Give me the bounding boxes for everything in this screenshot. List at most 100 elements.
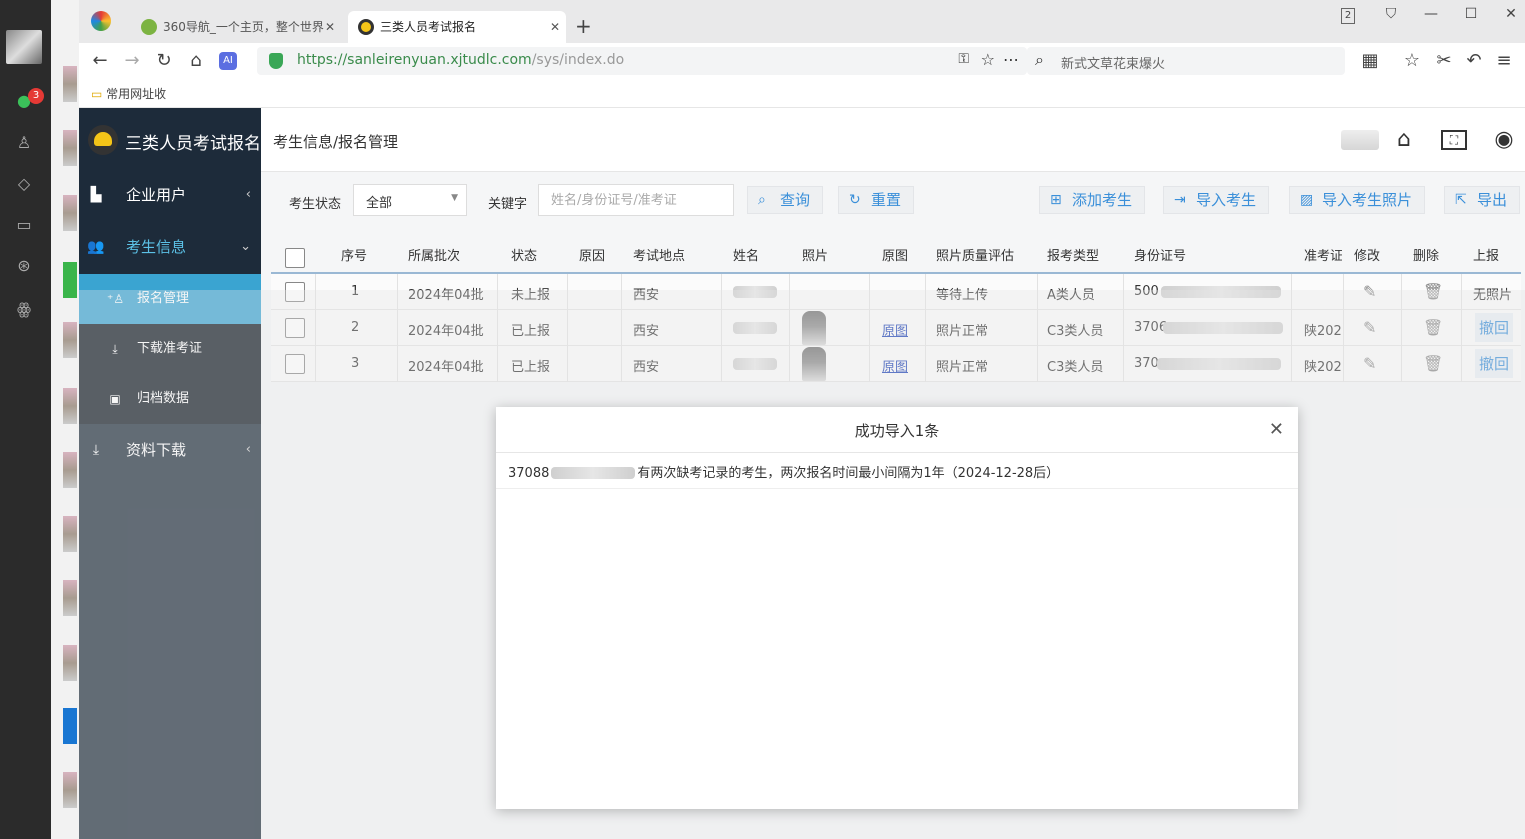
reload-button[interactable]: ↻: [153, 51, 175, 71]
more-icon[interactable]: ⋯: [1003, 50, 1019, 69]
status-select[interactable]: 全部 ▼: [353, 184, 467, 216]
topbar: 考生信息/报名管理 ⌂ ⛶ ◉: [261, 108, 1525, 172]
brand-title: 三类人员考试报名: [125, 134, 261, 154]
image-icon: ▨: [1300, 192, 1314, 208]
tab-exam-registration[interactable]: 三类人员考试报名 ✕: [348, 11, 566, 43]
background-window-strip: [51, 0, 79, 839]
export-icon: ⇱: [1455, 192, 1467, 208]
apps-grid-icon[interactable]: ▦: [1359, 51, 1381, 71]
folder-icon: ▭: [91, 87, 103, 101]
import-photo-button[interactable]: ▨ 导入考生照片: [1289, 186, 1426, 214]
url-text: https://sanleirenyuan.xjtudlc.com/sys/in…: [297, 52, 625, 68]
thumbnail: [63, 645, 77, 681]
close-icon[interactable]: ✕: [1269, 419, 1284, 440]
keyword-label: 关键字: [488, 197, 528, 212]
fullscreen-icon[interactable]: ⛶: [1441, 130, 1467, 150]
browser-window: 360导航_一个主页，整个世界 ✕ 三类人员考试报名 ✕ + 2 ⛉ — ☐ ✕…: [79, 0, 1525, 839]
thumbnail: [63, 516, 77, 552]
home-icon[interactable]: ⌂: [1391, 128, 1417, 152]
dialog-title: 成功导入1条: [854, 422, 940, 440]
tab-favicon-icon: [141, 19, 157, 35]
tab-bar: 360导航_一个主页，整个世界 ✕ 三类人员考试报名 ✕ + 2 ⛉ — ☐ ✕: [79, 0, 1525, 43]
address-bar[interactable]: https://sanleirenyuan.xjtudlc.com/sys/in…: [257, 47, 1027, 75]
thumbnail: [63, 452, 77, 488]
status-label: 考生状态: [289, 197, 342, 212]
star-icon[interactable]: ☆: [981, 50, 995, 69]
import-result-dialog: 成功导入1条 ✕ 37088 有两次缺考记录的考生，两次报名时间最小间隔为1年（2…: [496, 407, 1298, 809]
shirt-icon[interactable]: ⛉: [1381, 6, 1401, 22]
thumbnail: [63, 262, 77, 298]
thumbnail: [63, 66, 77, 102]
minimize-button[interactable]: —: [1421, 6, 1441, 22]
select-all-checkbox[interactable]: [285, 248, 305, 268]
tab-favicon-icon: [358, 19, 374, 35]
search-icon: ⌕: [758, 192, 766, 208]
caret-down-icon: ▼: [451, 193, 458, 203]
forward-button[interactable]: →: [121, 51, 143, 71]
window-counter[interactable]: 2: [1341, 8, 1355, 24]
tab-close-icon[interactable]: ✕: [325, 11, 335, 43]
tab-close-icon[interactable]: ✕: [550, 11, 560, 43]
dialog-message: 37088 有两次缺考记录的考生，两次报名时间最小间隔为1年（2024-12-28…: [508, 466, 1060, 481]
new-tab-button[interactable]: +: [575, 14, 592, 38]
sidebar-item-candidate-info[interactable]: 👥 考生信息 ⌄: [79, 222, 261, 272]
address-row: ← → ↻ ⌂ AI https://sanleirenyuan.xjtudlc…: [79, 43, 1525, 80]
thumbnail: [63, 322, 77, 358]
search-icon: ⌕: [1035, 50, 1044, 69]
refresh-icon: ↻: [849, 192, 861, 208]
back-button[interactable]: ←: [89, 51, 111, 71]
helmet-logo-icon: [88, 125, 118, 155]
box-icon[interactable]: ◇: [13, 173, 35, 195]
notification-badge: 3: [28, 88, 44, 104]
table-header: 序号 所属批次 状态 原因 考试地点 姓名 照片 原图 照片质量评估 报考类型 …: [271, 230, 1521, 274]
thumbnail: [63, 195, 77, 231]
plus-square-icon: ⊞: [1050, 192, 1062, 208]
menu-icon[interactable]: ≡: [1493, 51, 1515, 71]
thumbnail: [63, 772, 77, 808]
thumbnail: [63, 708, 77, 744]
building-icon: ▙: [90, 187, 102, 203]
thumbnail: [63, 388, 77, 424]
os-dock: ● 3 ♙ ◇ ▭ ⊛ ꙮ: [0, 0, 51, 839]
filter-toolbar: 考生状态 全部 ▼ 关键字 ⌕查询 ↻重置 ⊞添加考生 ⇥导入考生 ▨导入考生照…: [261, 172, 1525, 226]
tab-360-nav[interactable]: 360导航_一个主页，整个世界 ✕: [131, 11, 341, 43]
reset-button[interactable]: ↻ 重置: [838, 186, 915, 214]
home-button[interactable]: ⌂: [185, 51, 207, 71]
add-candidate-button[interactable]: ⊞ 添加考生: [1039, 186, 1146, 214]
close-window-button[interactable]: ✕: [1501, 6, 1521, 22]
contacts-icon[interactable]: ♙: [13, 132, 35, 154]
favorites-icon[interactable]: ☆: [1401, 51, 1423, 71]
folder-icon[interactable]: ▭: [13, 214, 35, 236]
export-button[interactable]: ⇱ 导出: [1444, 186, 1521, 214]
user-avatar[interactable]: [6, 30, 42, 64]
sidebar-item-enterprise-users[interactable]: ▙ 企业用户 ‹: [79, 170, 261, 220]
users-icon: 👥: [87, 239, 105, 255]
maximize-button[interactable]: ☐: [1461, 6, 1481, 22]
bookmarks-bar: ▭ 常用网址收: [79, 80, 1525, 108]
user-name-blurred: [1341, 130, 1379, 150]
browser-logo-icon[interactable]: [91, 11, 111, 31]
import-icon: ⇥: [1174, 192, 1186, 208]
aperture-icon[interactable]: ⊛: [13, 255, 35, 277]
key-icon[interactable]: ⚿: [958, 51, 969, 67]
scissors-icon[interactable]: ✂: [1433, 51, 1455, 71]
chevron-down-icon: ⌄: [240, 239, 251, 254]
dialog-header: 成功导入1条 ✕: [496, 407, 1298, 453]
query-button[interactable]: ⌕ 查询: [747, 186, 824, 214]
keyword-input[interactable]: [538, 184, 734, 216]
divider: [496, 488, 1298, 489]
bookmark-common-sites[interactable]: ▭ 常用网址收: [91, 85, 166, 102]
breadcrumb: 考生信息/报名管理: [273, 133, 399, 151]
thumbnail: [63, 130, 77, 166]
security-shield-icon: [269, 53, 283, 69]
import-candidate-button[interactable]: ⇥ 导入考生: [1163, 186, 1270, 214]
search-box[interactable]: ⌕ 新式文草花束爆火: [1027, 47, 1345, 75]
id-number-blurred: [551, 467, 636, 479]
account-icon[interactable]: ◉: [1491, 128, 1517, 152]
undo-icon[interactable]: ↶: [1463, 51, 1485, 71]
butterfly-icon[interactable]: ꙮ: [13, 298, 35, 320]
brand: 三类人员考试报名: [79, 108, 261, 172]
thumbnail: [63, 580, 77, 616]
chevron-left-icon: ‹: [245, 187, 251, 202]
ai-icon[interactable]: AI: [219, 52, 237, 70]
